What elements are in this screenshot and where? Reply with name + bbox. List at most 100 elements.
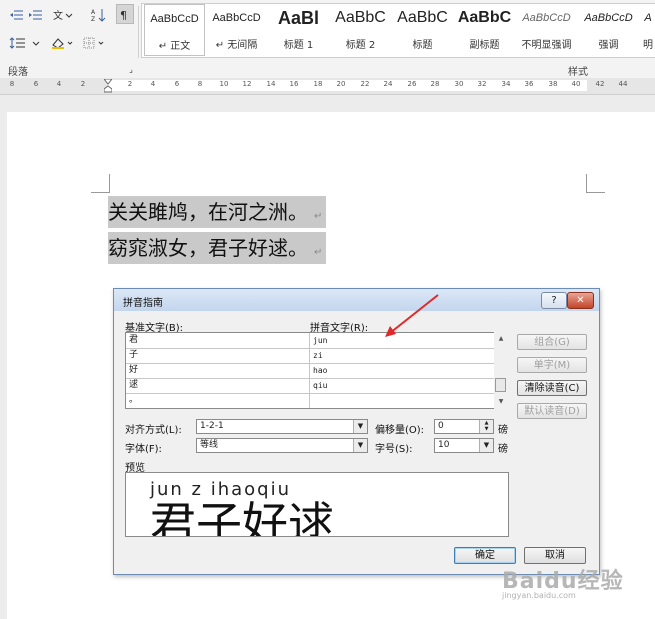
style-preview: AaBbC [397,9,448,26]
base-text-cell[interactable]: 好 [126,363,310,378]
style-heading-2[interactable]: AaBbC 标题 2 [330,4,391,56]
document-line-2[interactable]: 窈窕淑女，君子好逑。 ↵ [108,232,327,264]
style-name: 标题 2 [345,40,376,51]
font-select[interactable]: 等线 ▼ [196,438,368,453]
font-label: 字体(F): [125,444,162,455]
size-unit: 磅 [498,444,508,455]
style-name: 强调 [598,40,619,51]
styles-gallery: AaBbCcD ↵ 正文 AaBbCcD ↵ 无间隔 AaBl 标题 1 AaB… [141,3,655,58]
ruler-tick-label: 14 [266,80,276,88]
style-name: 标题 1 [283,40,314,51]
style-name: 明 [643,40,653,51]
dialog-title-bar[interactable]: 拼音指南 ? ✕ [114,289,599,311]
help-button[interactable]: ? [541,292,567,309]
grid-row: 逑 qiu [126,378,502,394]
base-text-cell[interactable]: 逑 [126,378,310,393]
ruby-text-cell[interactable]: qiu [310,378,502,393]
style-name: 标题 [412,40,433,51]
dropdown-arrow-icon[interactable]: ▼ [353,420,367,433]
style-preview: AaBbCcD [150,13,199,25]
show-marks-icon[interactable]: ¶ [116,4,134,24]
offset-spinner[interactable]: 0 ▲ ▼ [434,419,494,434]
spinner-arrows-icon[interactable]: ▲ ▼ [479,420,493,433]
close-button[interactable]: ✕ [567,292,594,309]
clear-reading-button[interactable]: 清除读音(C) [517,380,587,396]
style-subtle-emphasis[interactable]: AaBbCcD 不明显强调 [516,4,577,56]
font-value: 等线 [200,440,219,450]
grid-scrollbar[interactable]: ▲ ▼ [494,332,508,409]
ok-button[interactable]: 确定 [454,547,516,564]
base-text-cell[interactable]: 。 [126,393,310,408]
ribbon: 文 AZ ¶ 段落 ⌟ 样式 AaBbCcD ↵ 正文 AaBbCcD ↵ 无间… [0,0,655,79]
default-reading-button[interactable]: 默认读音(D) [517,403,587,419]
scroll-down-icon[interactable]: ▼ [494,398,508,405]
ruby-text-cell[interactable]: hao [310,363,502,378]
ruby-text-cell[interactable] [310,393,502,408]
base-text-cell[interactable]: 子 [126,348,310,363]
paragraph-dialog-launcher-icon[interactable]: ⌟ [126,63,136,75]
paragraph-group-label: 段落 [8,67,28,78]
style-preview: AaBbCcD [522,12,571,24]
borders-icon[interactable] [82,34,108,52]
style-name: 不明显强调 [521,40,572,51]
alignment-select[interactable]: 1-2-1 ▼ [196,419,368,434]
preview-hanzi: 君子好逑 [150,497,334,537]
asian-layout-icon[interactable]: 文 [52,6,74,24]
scroll-thumb[interactable] [495,378,506,392]
ruler-tick-label: 28 [430,80,440,88]
watermark-subtext: jingyan.baidu.com [502,591,576,600]
decrease-indent-icon[interactable] [8,6,24,24]
horizontal-ruler[interactable]: 8 6 4 2 2 4 6 8 10 12 14 16 18 20 22 24 26 28 30 32 34 36 38 40… [0,78,655,95]
paragraph-mark: ↵ [314,211,323,222]
offset-label: 偏移量(O): [375,425,425,436]
margin-corner-top-right [586,174,605,193]
dialog-title: 拼音指南 [123,298,163,309]
ruler-tick-label: 26 [407,80,417,88]
svg-text:Z: Z [91,16,95,22]
baidu-watermark: Baidu经验 jingyan.baidu.com [502,563,624,600]
ruler-tick-label: 40 [571,80,581,88]
style-name: 副标题 [469,40,500,51]
ruler-tick-label: 30 [454,80,464,88]
increase-indent-icon[interactable] [27,6,43,24]
phonetic-guide-dialog: 拼音指南 ? ✕ 基准文字(B): 拼音文字(R): 君 jun 子 zi 好 … [113,288,600,575]
scroll-up-icon[interactable]: ▲ [494,335,508,342]
ruby-text-cell[interactable]: zi [310,348,502,363]
style-emphasis[interactable]: AaBbCcD 强调 [578,4,639,56]
line-spacing-icon[interactable] [8,34,44,52]
style-preview: A [644,12,652,24]
ruler-tick-label: 12 [242,80,252,88]
svg-text:¶: ¶ [120,9,127,20]
style-heading-1[interactable]: AaBl 标题 1 [268,4,329,56]
shading-icon[interactable] [50,34,76,52]
size-select[interactable]: 10 ▼ [434,438,494,453]
offset-unit: 磅 [498,425,508,436]
dropdown-arrow-icon[interactable]: ▼ [479,439,493,452]
ruler-tick-label: 4 [56,80,62,88]
alignment-value: 1-2-1 [200,421,224,431]
ruler-tick-label: 2 [80,80,86,88]
annotation-arrow-icon [385,294,439,337]
ruler-tick-label: 38 [548,80,558,88]
cancel-button[interactable]: 取消 [524,547,586,564]
size-value: 10 [438,440,450,450]
dropdown-arrow-icon[interactable]: ▼ [353,439,367,452]
ruler-tick-label: 8 [197,80,203,88]
ruler-tick-label: 6 [174,80,180,88]
base-text-cell[interactable]: 君 [126,333,310,348]
style-preview: AaBbC [457,9,512,26]
document-line-1[interactable]: 关关雎鸠，在河之洲。 ↵ [108,196,327,228]
indent-marker-icon[interactable] [104,79,112,93]
style-name: ↵ 无间隔 [215,40,258,51]
phonetic-grid: 君 jun 子 zi 好 hao 逑 qiu 。 [125,332,503,409]
sort-icon[interactable]: AZ [90,6,108,24]
group-button[interactable]: 组合(G) [517,334,587,350]
mono-button[interactable]: 单字(M) [517,357,587,373]
style-preview: AaBbCcD [212,12,261,24]
style-subtitle[interactable]: AaBbC 副标题 [454,4,515,56]
grid-row: 好 hao [126,363,502,379]
style-intense-emphasis[interactable]: A 明 [640,4,655,56]
style-normal[interactable]: AaBbCcD ↵ 正文 [144,4,205,56]
style-title[interactable]: AaBbC 标题 [392,4,453,56]
style-no-spacing[interactable]: AaBbCcD ↵ 无间隔 [206,4,267,56]
